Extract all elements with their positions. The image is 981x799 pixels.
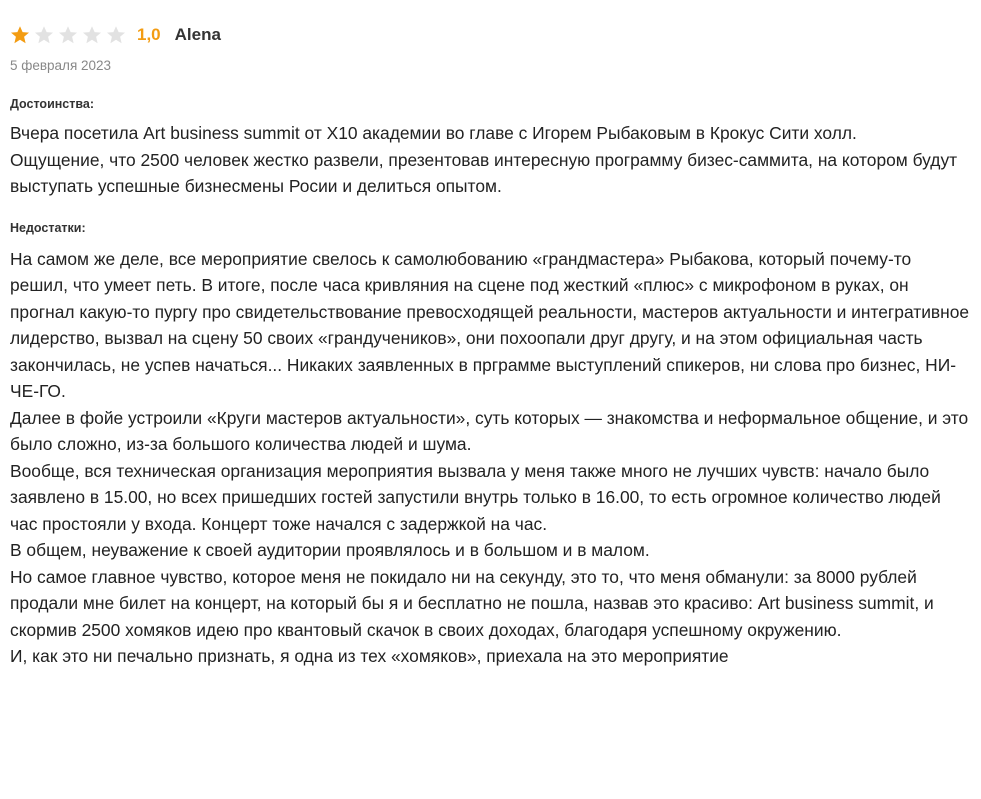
rating-value: 1,0	[137, 25, 161, 44]
cons-text: На самом же деле, все мероприятие свелос…	[10, 248, 970, 667]
cons-title: Недостатки:	[10, 220, 86, 235]
star-filled-icon	[10, 25, 30, 45]
review-card: 1,0 Alena 5 февраля 2023 Достоинства: Вч…	[10, 22, 972, 670]
pros-text: Вчера посетила Art business summit от X1…	[10, 123, 958, 196]
rating-row: 1,0 Alena	[10, 22, 972, 48]
author-name[interactable]: Alena	[175, 25, 221, 45]
star-empty-icon	[106, 25, 126, 45]
pros-title: Достоинства:	[10, 97, 95, 111]
review-date: 5 февраля 2023	[10, 58, 112, 73]
star-empty-icon	[58, 25, 78, 45]
star-empty-icon	[34, 25, 54, 45]
star-rating	[10, 25, 130, 45]
star-empty-icon	[82, 25, 102, 45]
